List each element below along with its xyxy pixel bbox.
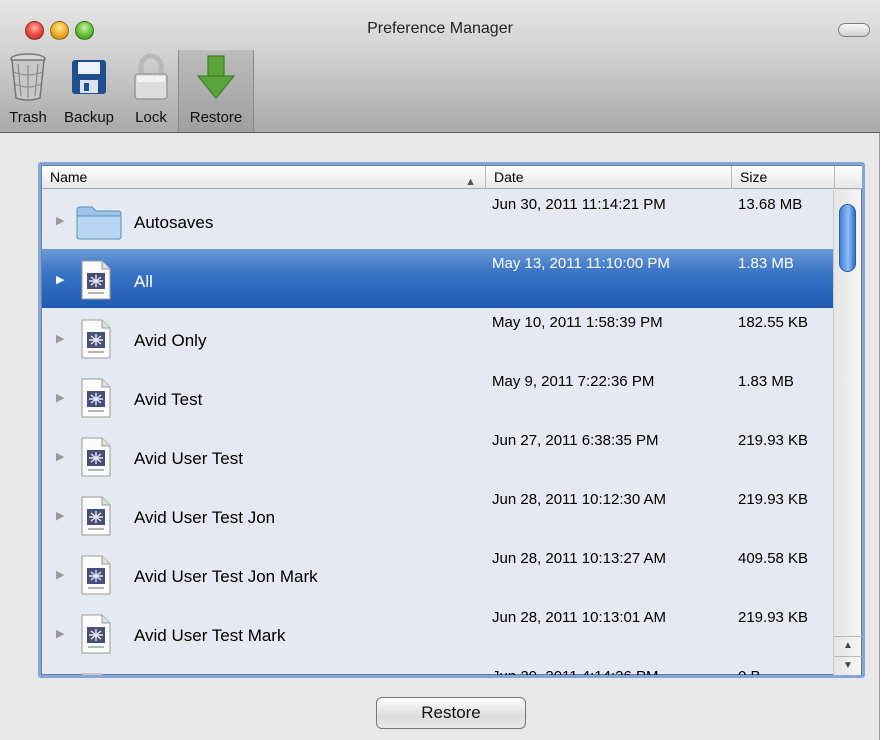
vertical-scrollbar[interactable]: ▲ ▼ — [833, 190, 862, 675]
scroll-up-arrow-icon[interactable]: ▲ — [834, 636, 862, 654]
table-row[interactable]: ▶ Avid User Test Jon Jun 28, 2011 10:12:30… — [42, 485, 835, 544]
backup-file-icon — [80, 672, 118, 675]
table-row[interactable]: ▶ Avid Only May 10, 2011 1:58:39 PM 182.55 … — [42, 308, 835, 367]
row-date: May 9, 2011 7:22:36 PM — [492, 373, 655, 390]
lock-icon — [129, 50, 173, 104]
table-row[interactable]: ▶ Avid User Test Jun 27, 2011 6:38:35 PM 21… — [42, 426, 835, 485]
row-date: Jun 28, 2011 10:13:27 AM — [492, 550, 667, 567]
folder-icon — [76, 204, 122, 246]
backup-file-icon — [80, 436, 118, 478]
backup-file-icon — [80, 377, 118, 419]
row-date: May 13, 2011 11:10:00 PM — [492, 255, 670, 272]
disclosure-triangle-icon[interactable]: ▶ — [56, 391, 64, 404]
trash-label: Trash — [9, 109, 47, 126]
row-size: 182.55 KB — [738, 314, 809, 331]
row-size: 219.93 KB — [738, 432, 809, 449]
backup-file-icon — [80, 318, 118, 360]
backup-list: Name ▲ Date Size ▶ Autosaves Jun 30, 2011 … — [38, 162, 865, 678]
titlebar-toolbar: Preference Manager Trash Backup Lock Res… — [0, 0, 880, 133]
scrollbar-thumb[interactable] — [839, 204, 856, 272]
disclosure-triangle-icon[interactable]: ▶ — [56, 568, 64, 581]
column-header-date[interactable]: Date — [486, 166, 732, 189]
row-date: May 10, 2011 1:58:39 PM — [492, 314, 663, 331]
row-size: 1.83 MB — [738, 255, 794, 272]
table-row[interactable]: ▶ Avid Test May 9, 2011 7:22:36 PM 1.83 MB — [42, 367, 835, 426]
disclosure-triangle-icon[interactable]: ▶ — [56, 627, 64, 640]
preference-manager-window: Preference Manager Trash Backup Lock Res… — [0, 0, 880, 740]
scroll-down-arrow-icon[interactable]: ▼ — [834, 656, 862, 674]
disclosure-triangle-icon[interactable]: ▶ — [56, 273, 64, 286]
table-row[interactable]: ▶ Avid User Test Mark Jun 28, 2011 10:13:0… — [42, 603, 835, 662]
row-name: Avid User Test — [134, 449, 243, 468]
row-date: Jun 28, 2011 10:13:01 AM — [492, 609, 667, 626]
table-header: Name ▲ Date Size — [42, 166, 862, 189]
column-header-size[interactable]: Size — [732, 166, 835, 189]
toolbar-toggle-button[interactable] — [838, 23, 870, 37]
disclosure-triangle-icon[interactable]: ▶ — [56, 332, 64, 345]
row-name: Avid Only — [134, 331, 207, 350]
row-name: Avid User Test Mark — [134, 626, 286, 645]
disclosure-triangle-icon[interactable]: ▶ — [56, 450, 64, 463]
row-date: Jun 28, 2011 10:12:30 AM — [492, 491, 667, 508]
restore-button[interactable]: Restore — [376, 697, 526, 729]
column-header-name[interactable]: Name ▲ — [42, 166, 486, 189]
backup-file-icon — [80, 613, 118, 655]
disclosure-triangle-icon[interactable]: ▶ — [56, 509, 64, 522]
restore-tool-button[interactable]: Restore — [178, 50, 254, 132]
restore-arrow-icon — [194, 50, 238, 104]
backup-file-icon — [80, 495, 118, 537]
backup-file-icon — [80, 554, 118, 596]
backup-tool-button[interactable]: Backup — [60, 50, 118, 132]
row-size: 0 B — [738, 668, 761, 675]
column-header-spare — [835, 166, 862, 189]
table-row[interactable]: ▶Jun 29, 2011 4:14:26 PM0 B — [42, 662, 835, 675]
row-name: Autosaves — [134, 213, 214, 232]
row-size: 13.68 MB — [738, 196, 803, 213]
row-size: 219.93 KB — [738, 609, 809, 626]
backup-file-icon — [80, 259, 118, 301]
disclosure-triangle-icon[interactable]: ▶ — [56, 214, 64, 227]
row-name: Avid User Test Jon — [134, 508, 276, 527]
row-date: Jun 29, 2011 4:14:26 PM — [492, 668, 659, 675]
trash-tool-button[interactable]: Trash — [2, 50, 54, 132]
toolbar: Trash Backup Lock Restore — [9, 50, 254, 132]
row-size: 1.83 MB — [738, 373, 794, 390]
floppy-disk-icon — [67, 50, 111, 104]
table-row[interactable]: ▶ Autosaves Jun 30, 2011 11:14:21 PM 13.68 … — [42, 190, 835, 249]
table-row[interactable]: ▶ All May 13, 2011 11:10:00 PM 1.83 MB — [42, 249, 835, 308]
restore-tool-label: Restore — [189, 109, 243, 126]
row-size: 409.58 KB — [738, 550, 809, 567]
row-name: Avid Test — [134, 390, 203, 409]
lock-label: Lock — [135, 109, 167, 126]
row-date: Jun 30, 2011 11:14:21 PM — [492, 196, 666, 213]
table-row[interactable]: ▶ Avid User Test Jon Mark Jun 28, 2011 10:… — [42, 544, 835, 603]
window-title: Preference Manager — [367, 20, 513, 37]
backup-label: Backup — [63, 109, 115, 126]
row-name: All — [134, 272, 153, 291]
row-name: Avid User Test Jon Mark — [134, 567, 318, 586]
table-body: ▶ Autosaves Jun 30, 2011 11:14:21 PM 13.68 … — [42, 190, 835, 675]
trash-icon — [6, 50, 50, 104]
row-size: 219.93 KB — [738, 491, 809, 508]
row-date: Jun 27, 2011 6:38:35 PM — [492, 432, 659, 449]
lock-tool-button[interactable]: Lock — [128, 50, 174, 132]
